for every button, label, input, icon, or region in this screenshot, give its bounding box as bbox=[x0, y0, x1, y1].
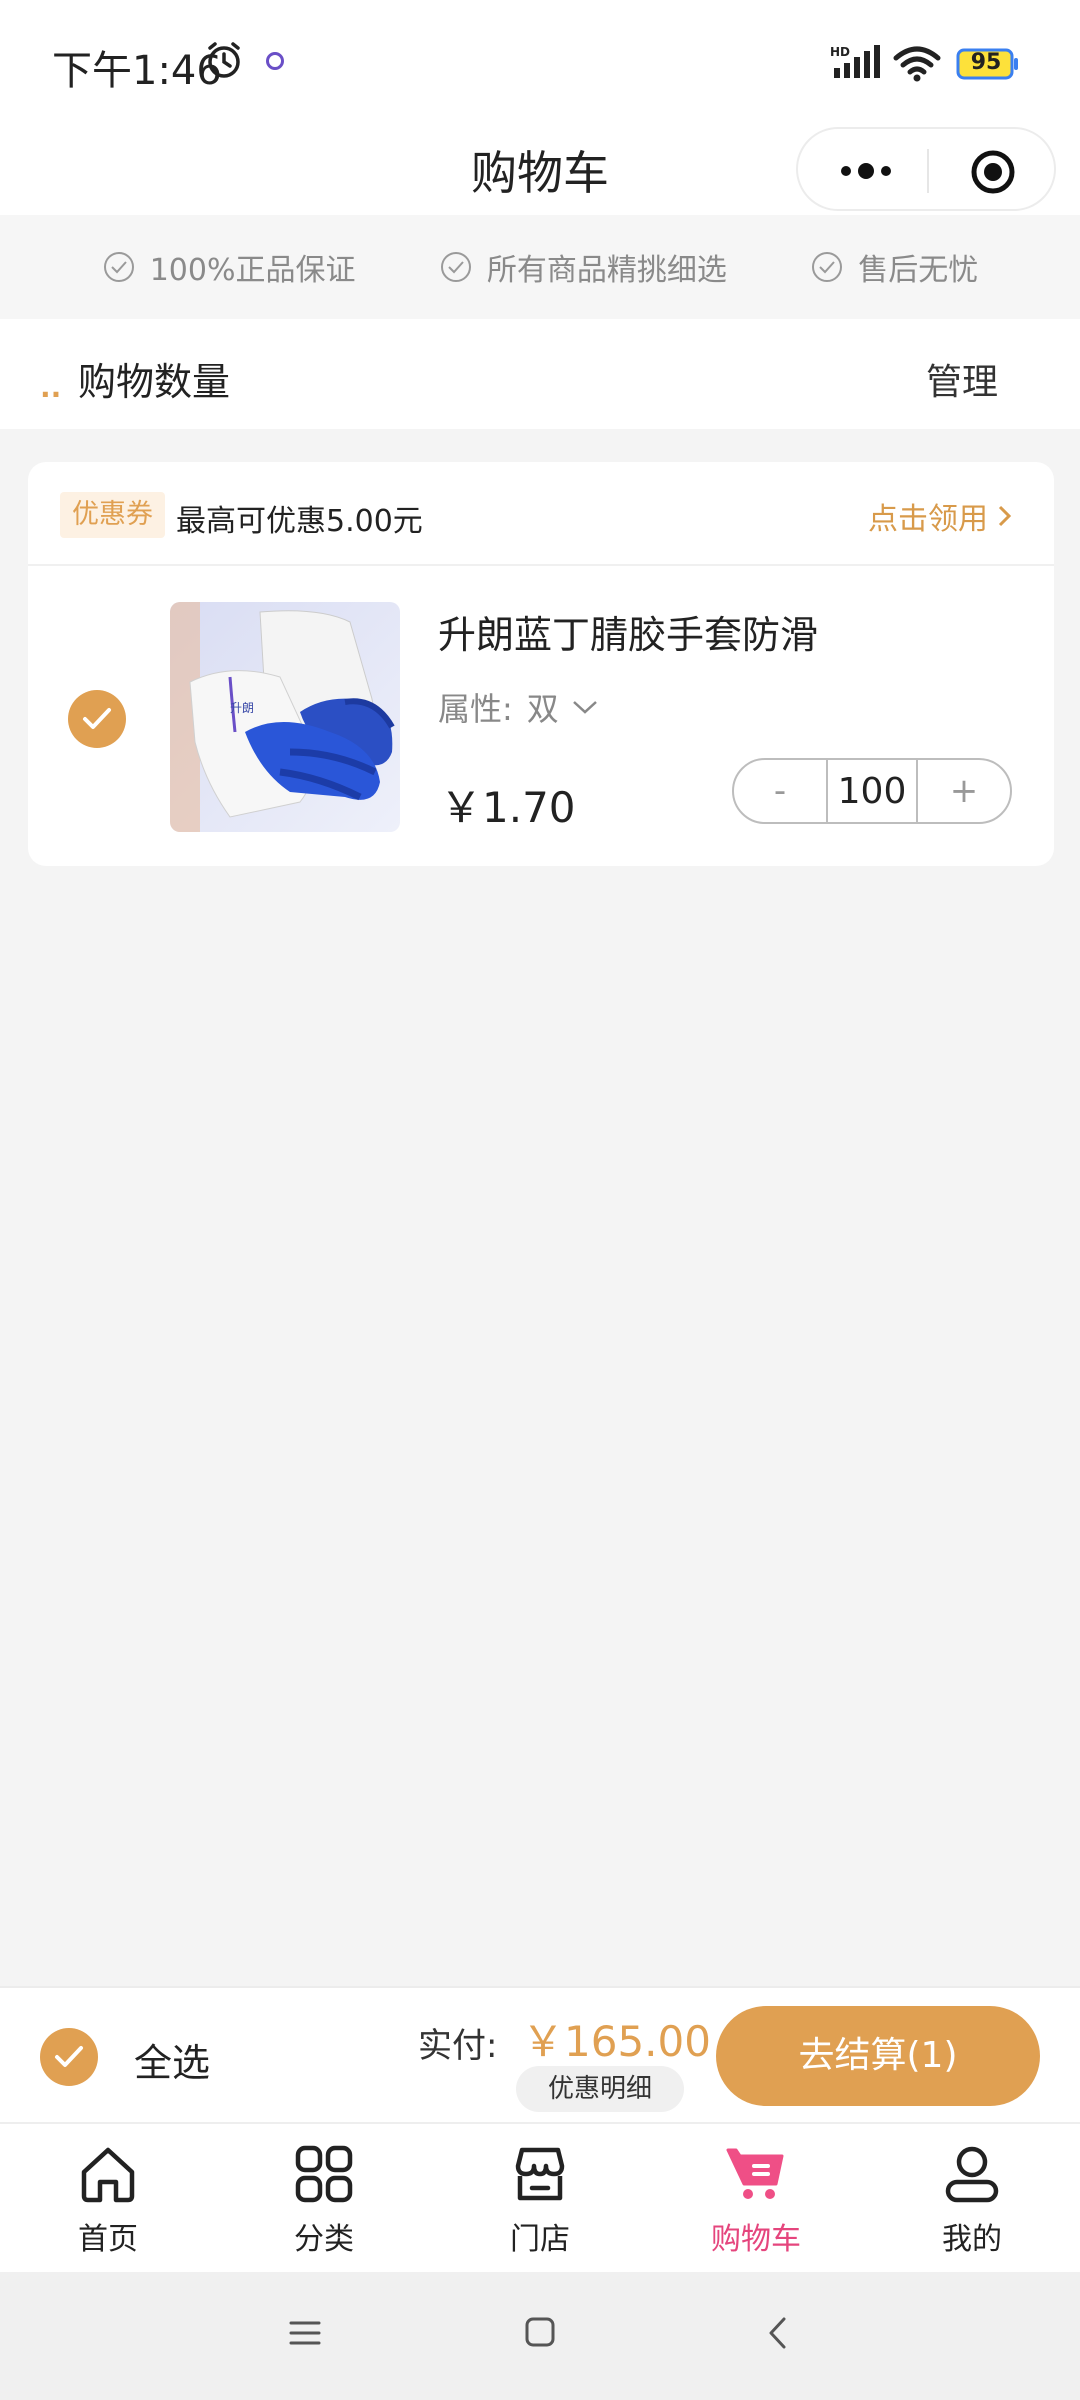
select-all-checkbox[interactable] bbox=[40, 2028, 98, 2086]
guarantee-item: 100%正品保证 bbox=[102, 245, 356, 289]
glove-image: 升朗 bbox=[170, 602, 400, 832]
system-nav-bar bbox=[0, 2272, 1080, 2400]
product-price: ￥1.70 bbox=[440, 783, 576, 832]
guarantee-label: 100%正品保证 bbox=[149, 253, 356, 288]
increase-button[interactable]: + bbox=[918, 760, 1010, 822]
home-square-icon[interactable] bbox=[524, 2316, 556, 2348]
grid-icon bbox=[295, 2145, 353, 2203]
check-circle-icon bbox=[812, 252, 843, 282]
product-name[interactable]: 升朗蓝丁腈胶手套防滑 bbox=[438, 604, 818, 659]
tab-category[interactable]: 分类 bbox=[216, 2124, 432, 2272]
cart-header: .. 购物数量 管理 bbox=[0, 319, 1080, 429]
check-icon bbox=[55, 2046, 83, 2067]
signal-icon: HD bbox=[830, 45, 880, 78]
menu-icon[interactable] bbox=[288, 2318, 322, 2348]
decrease-button[interactable]: - bbox=[734, 760, 826, 822]
tab-cart[interactable]: 购物车 bbox=[648, 2124, 864, 2272]
tab-bar: 首页 分类 门店 购物车 我的 bbox=[0, 2122, 1080, 2272]
item-checkbox[interactable] bbox=[68, 690, 126, 748]
cart-count-label: 购物数量 bbox=[78, 360, 231, 404]
close-target-icon[interactable] bbox=[970, 149, 1016, 195]
checkout-bar: 全选 实付: ￥165.00 优惠明细 去结算(1) bbox=[0, 1986, 1080, 2122]
product-image[interactable]: 升朗 bbox=[170, 602, 400, 832]
alarm-icon bbox=[208, 42, 240, 78]
decorative-dots: .. bbox=[40, 371, 62, 404]
guarantee-item: 售后无忧 bbox=[810, 245, 978, 289]
svg-text:升朗: 升朗 bbox=[230, 701, 254, 715]
coupon-text: 最高可优惠5.00元 bbox=[176, 504, 423, 539]
pay-label: 实付: bbox=[418, 2026, 498, 2066]
select-all-label[interactable]: 全选 bbox=[134, 2032, 210, 2087]
check-icon bbox=[83, 708, 111, 729]
wifi-icon bbox=[893, 46, 941, 82]
chevron-right-icon bbox=[998, 505, 1012, 527]
chevron-down-icon bbox=[572, 701, 597, 714]
tab-home[interactable]: 首页 bbox=[0, 2124, 216, 2272]
pay-amount: ￥165.00 bbox=[522, 2017, 711, 2066]
home-icon bbox=[81, 2147, 135, 2203]
tab-label: 我的 bbox=[942, 2222, 1002, 2257]
quantity-stepper: - 100 + bbox=[732, 758, 1012, 824]
check-circle-icon bbox=[103, 252, 134, 282]
status-bar: 下午1:46 HD 95 bbox=[0, 0, 1080, 125]
manage-button[interactable]: 管理 bbox=[926, 353, 998, 405]
guarantee-strip: 100%正品保证 所有商品精挑细选 售后无忧 bbox=[0, 215, 1080, 319]
capsule-divider bbox=[927, 149, 929, 193]
claim-coupon-link[interactable]: 点击领用 bbox=[868, 494, 1014, 538]
cart-icon bbox=[726, 2148, 784, 2199]
status-time: 下午1:46 bbox=[52, 48, 222, 94]
tab-label: 分类 bbox=[294, 2222, 354, 2257]
cart-item-card: 优惠券 最高可优惠5.00元 点击领用 升朗 升朗蓝丁腈胶手套防滑 属性: 双 … bbox=[28, 462, 1054, 866]
guarantee-label: 所有商品精挑细选 bbox=[486, 253, 727, 288]
claim-coupon-label: 点击领用 bbox=[868, 502, 988, 537]
svg-text:HD: HD bbox=[830, 45, 850, 59]
discount-detail-button[interactable]: 优惠明细 bbox=[516, 2066, 684, 2112]
tab-label: 首页 bbox=[78, 2222, 138, 2257]
attribute-selector[interactable]: 属性: 双 bbox=[438, 684, 599, 730]
tab-store[interactable]: 门店 bbox=[432, 2124, 648, 2272]
tab-label: 购物车 bbox=[711, 2222, 801, 2257]
title-bar: 购物车 bbox=[0, 125, 1080, 215]
quantity-input[interactable]: 100 bbox=[826, 760, 918, 822]
guarantee-item: 所有商品精挑细选 bbox=[439, 245, 727, 289]
back-icon[interactable] bbox=[766, 2316, 788, 2350]
attribute-label: 属性: bbox=[438, 690, 513, 728]
store-icon bbox=[515, 2147, 565, 2201]
check-circle-icon bbox=[440, 252, 471, 282]
user-icon bbox=[945, 2146, 999, 2203]
mini-program-capsule bbox=[796, 127, 1056, 211]
tab-label: 门店 bbox=[510, 2222, 570, 2257]
attribute-value: 双 bbox=[526, 690, 559, 728]
coupon-tag: 优惠券 bbox=[60, 492, 165, 538]
guarantee-label: 售后无忧 bbox=[858, 253, 979, 288]
battery-level: 95 bbox=[970, 50, 1002, 75]
notification-icon bbox=[266, 52, 284, 70]
more-icon[interactable] bbox=[836, 157, 896, 185]
tab-profile[interactable]: 我的 bbox=[864, 2124, 1080, 2272]
coupon-row: 优惠券 最高可优惠5.00元 点击领用 bbox=[28, 462, 1054, 566]
checkout-button[interactable]: 去结算(1) bbox=[716, 2006, 1040, 2106]
